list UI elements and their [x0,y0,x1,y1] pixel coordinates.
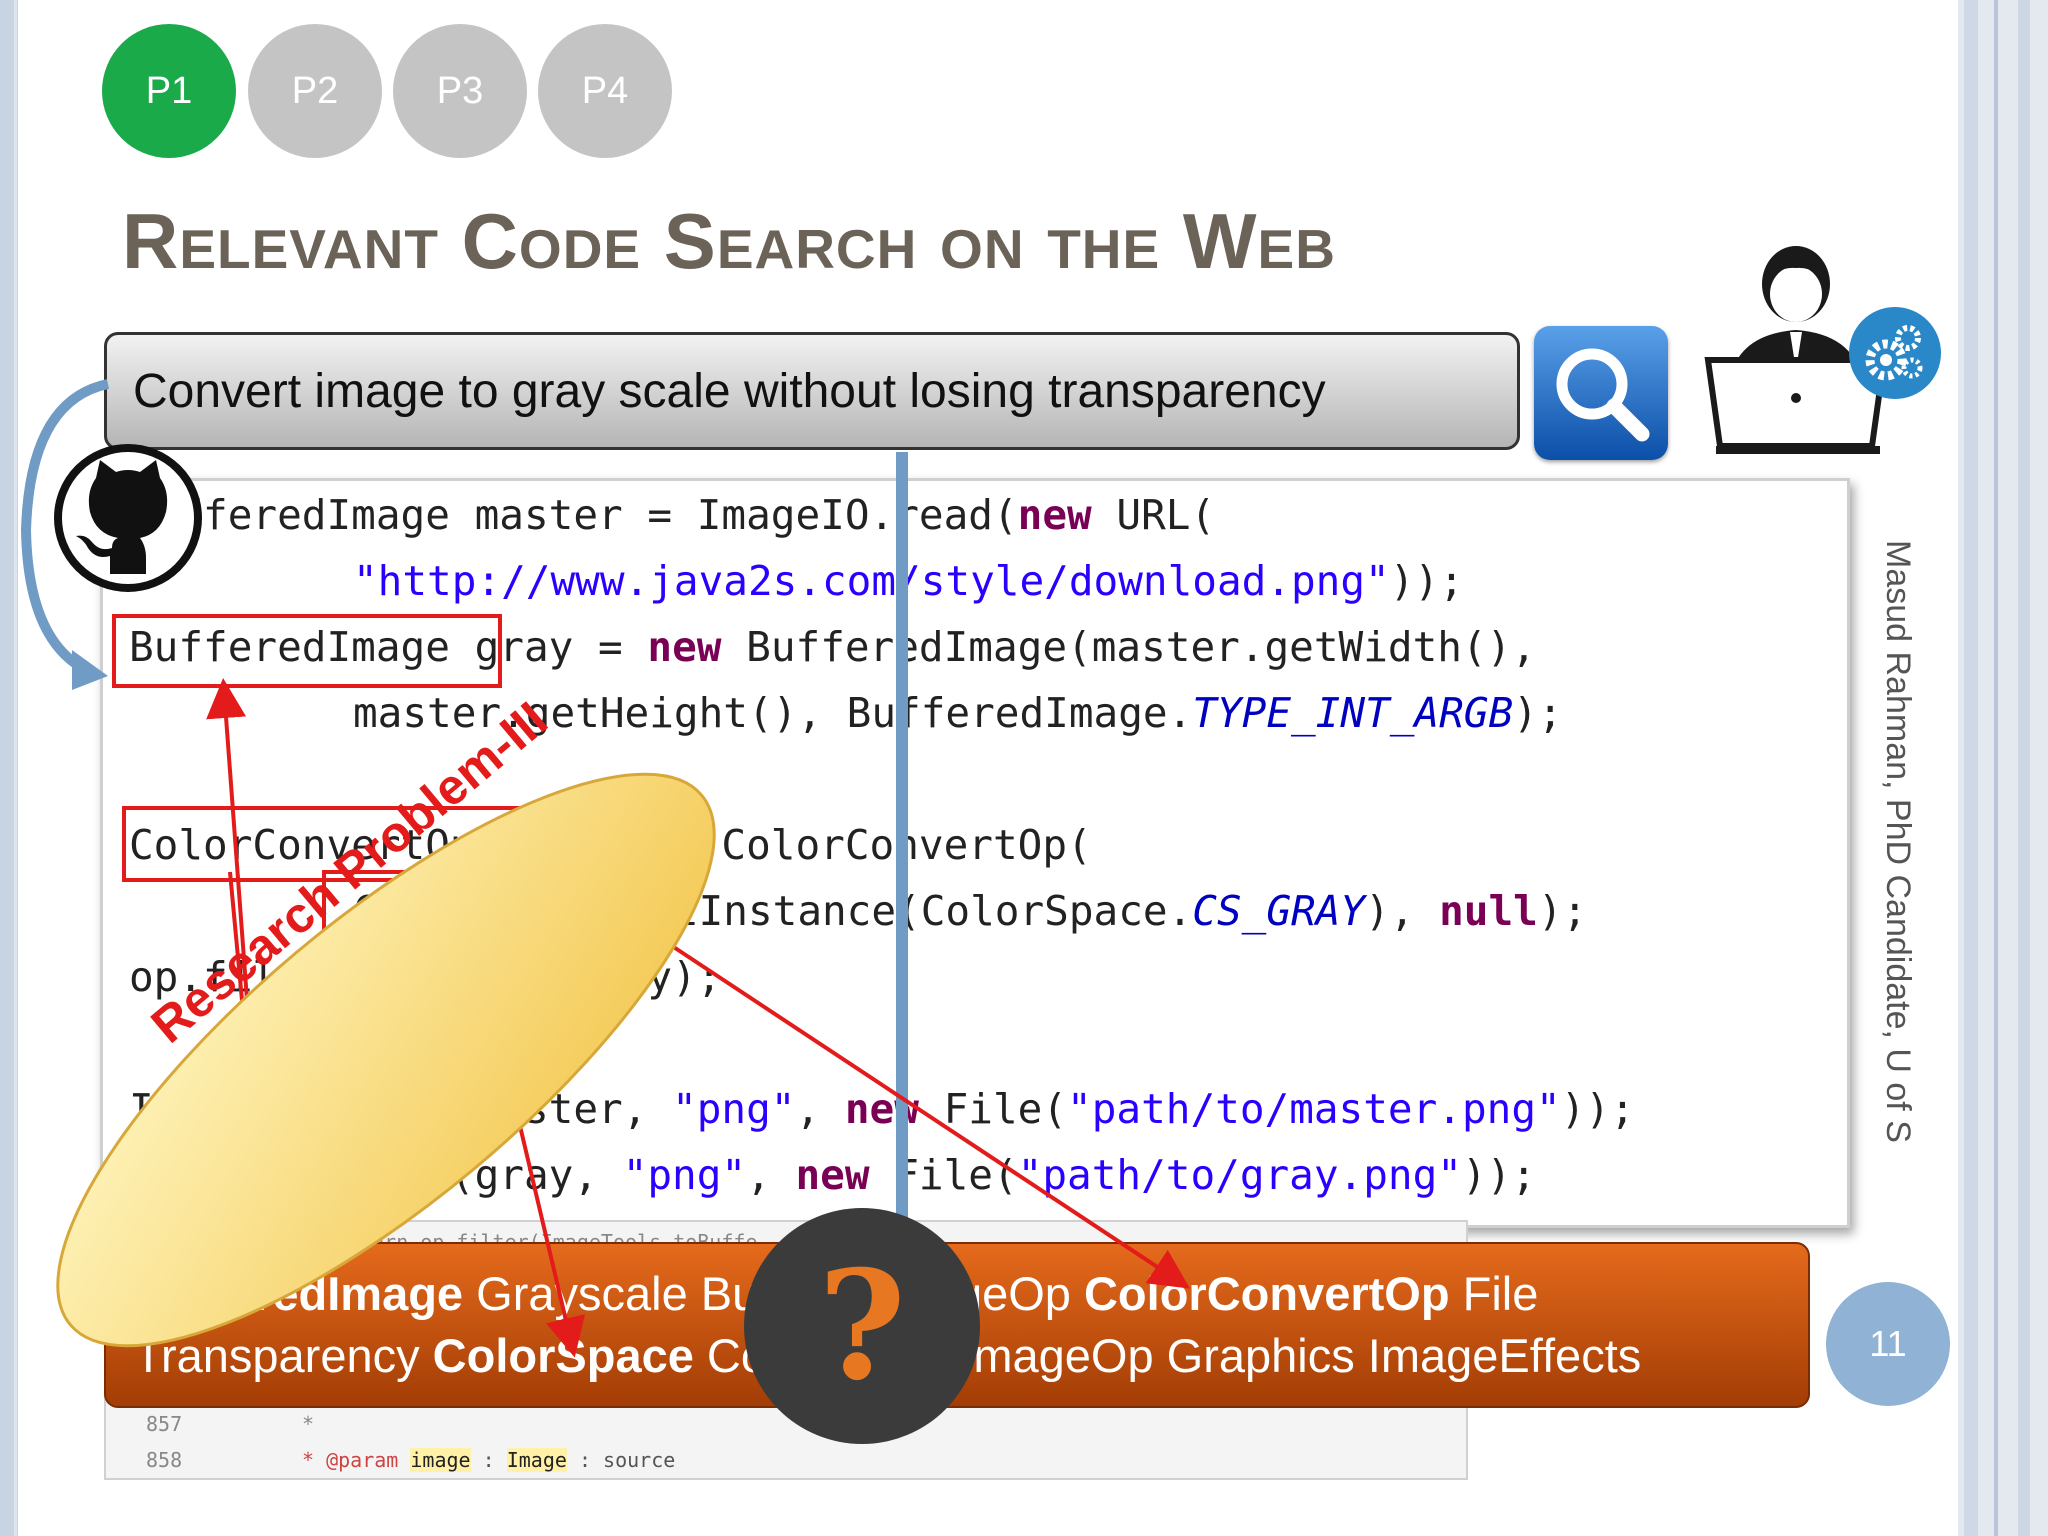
doc-line-857: * [302,1412,315,1436]
search-icon [1556,348,1650,442]
slide-right-border [1958,0,2048,1536]
slide-title: Relevant Code Search on the Web [122,197,1336,285]
nav-pill-p3[interactable]: P3 [393,24,527,158]
code-line-2: "http://www.java2s.com/style/download.pn… [353,557,1464,605]
highlight-box-bufferedimage [112,614,502,688]
doc-line-number-857: 857 [146,1412,183,1436]
doc-line-number-858: 858 [146,1448,183,1472]
nav-pill-p1[interactable]: P1 [102,24,236,158]
code-line-8: ImageIO.write(master, "png", new File("p… [129,1085,1635,1133]
nav-pill-p2[interactable]: P2 [248,24,382,158]
code-line-1: BufferedImage master = ImageIO.read(new … [129,491,1216,539]
slide-left-border-line [14,0,17,1536]
code-line-9: ImageIO.write(gray, "png", new File("pat… [129,1151,1537,1199]
search-button[interactable] [1534,326,1668,460]
search-query-text: Convert image to gray scale without losi… [133,364,1326,418]
question-mark-icon: ? [744,1208,980,1444]
author-credit: Masud Rahman, PhD Candidate, U of S [1879,540,1917,1143]
doc-line-858: * @param image : Image : source [302,1448,676,1472]
search-query-bar[interactable]: Convert image to gray scale without losi… [104,332,1520,450]
page-number: 11 [1826,1282,1950,1406]
curved-arrow-icon [20,379,110,675]
nav-pill-p4[interactable]: P4 [538,24,672,158]
gear-icon [1849,307,1941,399]
